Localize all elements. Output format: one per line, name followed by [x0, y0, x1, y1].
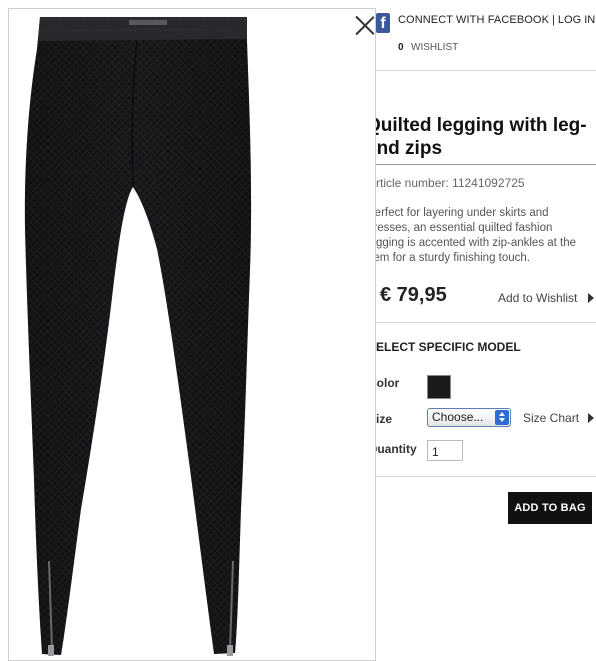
product-description: Perfect for layering under skirts and dr…	[367, 206, 593, 266]
wishlist-link[interactable]: WISHLIST	[411, 42, 458, 53]
account-bar: f CONNECT WITH FACEBOOK | LOG IN 0 WISHL…	[372, 10, 596, 70]
login-link[interactable]: | LOG IN	[552, 14, 595, 26]
divider	[372, 322, 596, 323]
chevron-updown-icon	[495, 410, 509, 425]
size-select[interactable]: Choose...	[427, 408, 511, 427]
description-line: legging is accented with zip-ankles at t…	[367, 237, 577, 249]
size-selected-value: Choose...	[432, 410, 484, 424]
article-number: Article number: 11241092725	[368, 176, 525, 190]
divider	[372, 164, 596, 165]
arrow-right-icon[interactable]	[588, 413, 594, 423]
image-lightbox	[8, 8, 376, 661]
description-line: Perfect for layering under skirts and	[367, 207, 549, 219]
divider	[372, 70, 596, 71]
quantity-input[interactable]	[427, 440, 463, 461]
size-chart-link[interactable]: Size Chart	[523, 411, 579, 425]
facebook-icon[interactable]: f	[376, 13, 390, 33]
connect-facebook-link[interactable]: CONNECT WITH FACEBOOK	[398, 14, 549, 26]
select-model-heading: SELECT SPECIFIC MODEL	[368, 340, 521, 354]
description-line: dresses, an essential quilted fashion	[367, 222, 553, 234]
title-line-2: end zips	[366, 138, 443, 159]
product-image	[24, 17, 252, 656]
wishlist-count: 0	[398, 42, 404, 53]
description-line: hem for a sturdy finishing touch.	[367, 252, 530, 264]
close-icon[interactable]	[354, 14, 376, 36]
arrow-right-icon[interactable]	[588, 293, 594, 303]
product-price: € 79,95	[380, 284, 447, 306]
add-to-bag-button[interactable]: ADD TO BAG	[508, 492, 592, 524]
title-line-1: Quilted legging with leg-	[366, 115, 587, 136]
product-title: Quilted legging with leg- end zips	[366, 114, 592, 160]
divider	[372, 476, 596, 477]
color-swatch[interactable]	[427, 375, 451, 399]
add-to-wishlist-link[interactable]: Add to Wishlist	[498, 291, 577, 305]
